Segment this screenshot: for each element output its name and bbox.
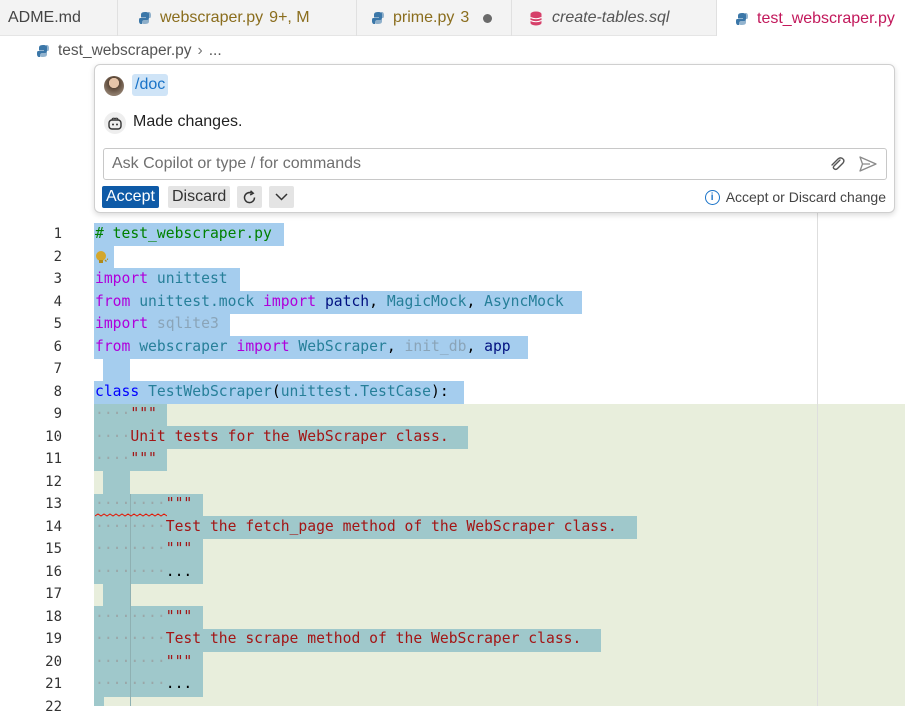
line-number: 21 [45, 676, 62, 692]
line-number: 2 [53, 249, 62, 265]
paperclip-icon[interactable] [828, 155, 846, 173]
copilot-icon [104, 112, 126, 134]
code-line[interactable]: ········Test the scrape method of the We… [95, 628, 581, 651]
code-line[interactable]: ····""" [95, 448, 157, 471]
copilot-inline-chat: /doc Made changes. Accept Discard i Acce… [94, 64, 895, 213]
more-options-button[interactable] [269, 186, 294, 208]
line-number: 19 [45, 631, 62, 647]
line-number: 1 [53, 226, 62, 242]
line-number: 5 [53, 316, 62, 332]
tab-label: test_webscraper.py [757, 9, 895, 27]
tab-create-tables[interactable]: create-tables.sql [512, 0, 717, 36]
python-icon [372, 12, 384, 24]
code-line[interactable]: class TestWebScraper(unittest.TestCase): [95, 381, 449, 404]
line-number: 18 [45, 609, 62, 625]
code-line[interactable]: from webscraper import WebScraper, init_… [95, 336, 511, 359]
python-icon [37, 45, 49, 57]
line-number: 4 [53, 294, 62, 310]
line-number: 20 [45, 654, 62, 670]
code-line[interactable]: ········Test the fetch_page method of th… [95, 516, 617, 539]
accept-discard-hint: i Accept or Discard change [704, 189, 886, 205]
line-number: 22 [45, 699, 62, 715]
code-line[interactable]: import unittest [95, 268, 228, 291]
line-number: 14 [45, 519, 62, 535]
line-number: 15 [45, 541, 62, 557]
regenerate-button[interactable] [237, 186, 262, 208]
python-icon [139, 12, 151, 24]
copilot-prompt-box [103, 148, 887, 180]
code-line[interactable]: ········""" [95, 651, 192, 674]
code-line[interactable]: # test_webscraper.py [95, 223, 272, 246]
send-icon[interactable] [858, 155, 878, 173]
tab-label: prime.py [393, 9, 455, 26]
tab-label: ADME.md [8, 9, 81, 26]
code-line[interactable]: ····Unit tests for the WebScraper class. [95, 426, 449, 449]
info-icon: i [704, 189, 720, 205]
line-number: 8 [53, 384, 62, 400]
line-number: 17 [45, 586, 62, 602]
code-line[interactable]: from unittest.mock import patch, MagicMo… [95, 291, 564, 314]
selection [94, 697, 104, 706]
line-number: 7 [53, 361, 62, 377]
code-line[interactable]: ········... [95, 561, 192, 584]
breadcrumb-file[interactable]: test_webscraper.py [58, 42, 192, 60]
breadcrumb: test_webscraper.py › ... [36, 40, 222, 62]
diff-insert-highlight [94, 404, 905, 706]
python-icon [736, 12, 748, 25]
line-number: 12 [45, 474, 62, 490]
code-line[interactable]: ········""" [95, 538, 192, 561]
unsaved-dot-icon[interactable] [483, 13, 493, 23]
tab-readme[interactable]: ADME.md [0, 0, 118, 36]
refresh-icon [243, 189, 256, 203]
copilot-input[interactable] [104, 149, 820, 179]
discard-button[interactable]: Discard [168, 186, 231, 208]
line-number: 3 [53, 271, 62, 287]
problems-badge: 9+, M [269, 9, 310, 26]
avatar [104, 76, 124, 96]
line-number: 10 [45, 429, 62, 445]
chevron-right-icon: › [197, 42, 203, 59]
tab-label: create-tables.sql [552, 9, 670, 26]
database-icon [530, 11, 542, 25]
tab-webscraper[interactable]: webscraper.py 9+, M [118, 0, 357, 36]
tab-prime[interactable]: prime.py 3 [357, 0, 512, 36]
chevron-down-icon [275, 193, 288, 201]
problems-badge: 3 [460, 9, 470, 26]
tab-label: webscraper.py [160, 9, 264, 26]
hint-text: Accept or Discard change [725, 189, 886, 205]
breadcrumb-symbol[interactable]: ... [209, 42, 222, 60]
editor-ruler [817, 213, 818, 706]
lightbulb-icon[interactable] [95, 250, 109, 266]
slash-command-chip: /doc [132, 74, 169, 96]
line-number: 11 [45, 451, 62, 467]
line-number: 9 [53, 406, 62, 422]
line-number: 16 [45, 564, 62, 580]
line-number: 13 [45, 496, 62, 512]
code-line[interactable]: ········... [95, 673, 192, 696]
selection [103, 471, 130, 494]
accept-button[interactable]: Accept [102, 186, 159, 208]
response-message: Made changes. [133, 113, 243, 130]
tab-bar: ADME.md webscraper.py 9+, M prime.py 3 c… [0, 0, 905, 37]
selection [103, 358, 130, 381]
line-number: 6 [53, 339, 62, 355]
code-line[interactable]: ····""" [95, 403, 157, 426]
selection [103, 584, 130, 607]
code-line[interactable]: ········""" [95, 606, 192, 629]
tab-test-webscraper[interactable]: test_webscraper.py [717, 0, 905, 37]
code-line[interactable]: import sqlite3 [95, 313, 219, 336]
